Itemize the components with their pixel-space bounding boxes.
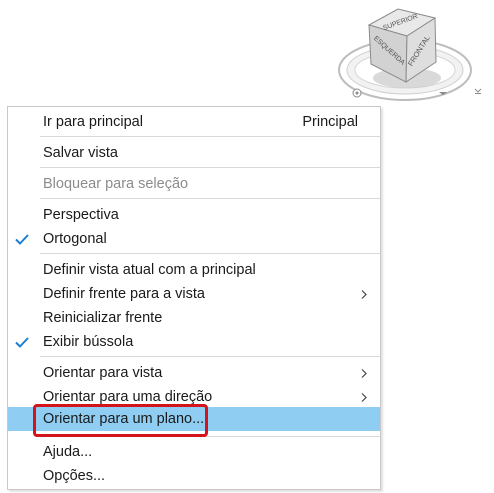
menu-separator [40,253,380,254]
annotation-highlight-box [33,404,208,437]
viewcube-ring-icon-left[interactable] [352,88,362,98]
menu-item-go-home[interactable]: Ir para principal Principal [8,110,380,134]
menu-separator [40,198,380,199]
menu-item-label: Exibir bússola [43,334,134,350]
menu-item-label: Reinicializar frente [43,310,163,326]
menu-item-label: Ortogonal [43,231,107,247]
viewcube-menu-icon[interactable] [474,88,482,94]
chevron-right-icon [360,282,368,306]
menu-separator [40,136,380,137]
viewcube-graphic[interactable]: SUPERIOR ESQUERDA FRONTAL [335,0,494,110]
menu-item-set-front-to-view[interactable]: Definir frente para a vista [8,282,380,306]
menu-item-show-compass[interactable]: Exibir bússola [8,330,380,354]
menu-item-label: Perspectiva [43,207,119,223]
menu-item-options[interactable]: Opções... [8,464,380,488]
menu-item-label: Orientar para vista [43,365,163,381]
menu-item-shortcut: Principal [302,114,358,130]
chevron-right-icon [360,385,368,409]
menu-separator [40,356,380,357]
menu-item-label: Salvar vista [43,145,118,161]
menu-separator [40,167,380,168]
menu-item-orient-to-view[interactable]: Orientar para vista [8,361,380,385]
chevron-right-icon [360,361,368,385]
menu-item-label: Opções... [43,468,106,484]
menu-item-label: Definir frente para a vista [43,286,205,302]
menu-item-reset-front[interactable]: Reinicializar frente [8,306,380,330]
menu-item-perspective[interactable]: Perspectiva [8,203,380,227]
menu-item-help[interactable]: Ajuda... [8,440,380,464]
check-icon [14,330,30,354]
menu-item-lock-selection: Bloquear para seleção [8,172,380,196]
menu-item-label: Bloquear para seleção [43,176,189,192]
menu-item-label: Ir para principal [43,114,143,130]
menu-item-set-current-view-home[interactable]: Definir vista atual com a principal [8,258,380,282]
menu-item-label: Ajuda... [43,444,93,460]
menu-item-save-view[interactable]: Salvar vista [8,141,380,165]
viewcube[interactable]: SUPERIOR ESQUERDA FRONTAL [335,0,494,110]
menu-item-orthographic[interactable]: Ortogonal [8,227,380,251]
menu-item-label: Definir vista atual com a principal [43,262,256,278]
screen: SUPERIOR ESQUERDA FRONTAL Ir para princi… [0,0,494,493]
check-icon [14,227,30,251]
